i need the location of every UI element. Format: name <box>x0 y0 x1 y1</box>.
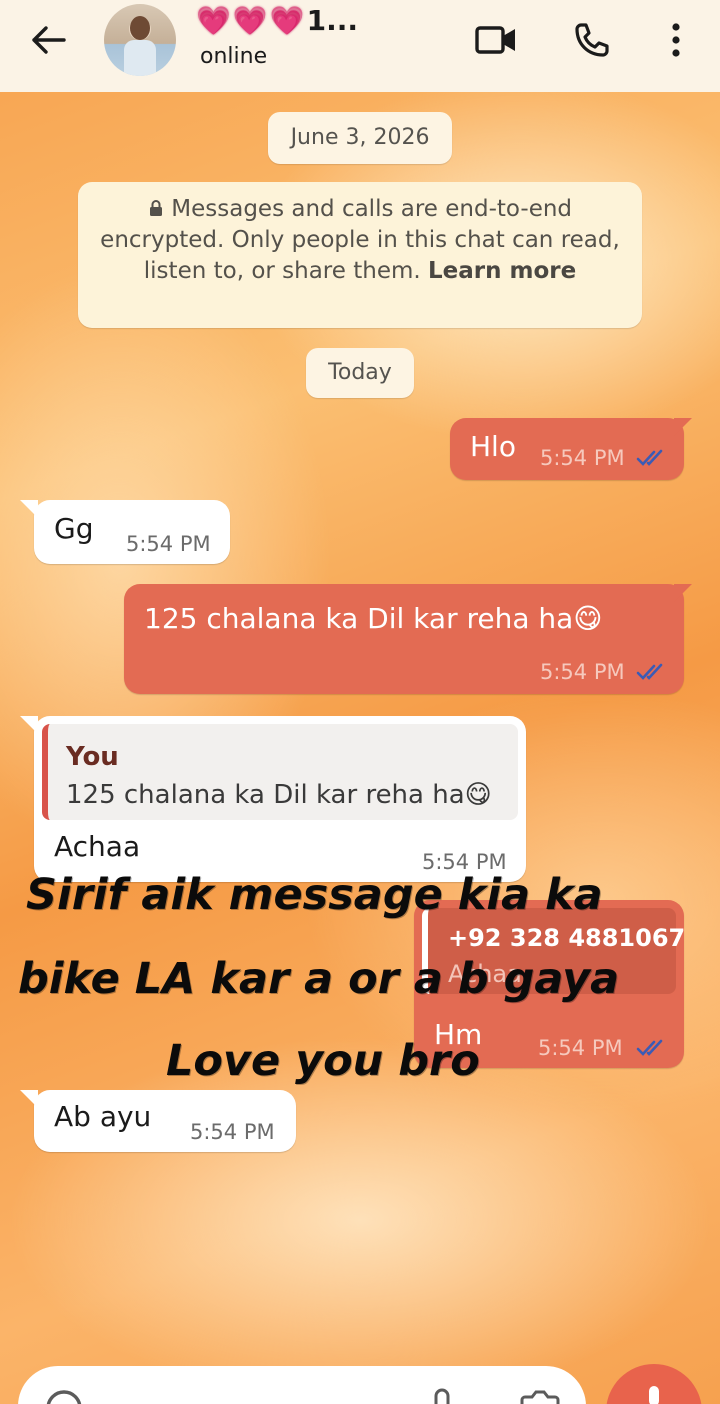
message-bubble-incoming[interactable]: Gg 5:54 PM <box>20 500 230 564</box>
message-time: 5:54 PM <box>190 1120 275 1144</box>
attach-icon[interactable] <box>428 1388 456 1404</box>
encryption-notice[interactable]: Messages and calls are end-to-end encryp… <box>78 182 642 328</box>
message-time: 5:54 PM <box>126 532 211 556</box>
chat-header: 💗💗💗1... online <box>0 0 720 92</box>
camera-icon[interactable] <box>518 1388 562 1404</box>
overlay-caption-line-1: Sirif aik message kia ka <box>26 870 603 920</box>
learn-more-link[interactable]: Learn more <box>428 258 576 284</box>
message-bubble-incoming-reply[interactable]: You 125 chalana ka Dil kar reha ha😋 Acha… <box>20 716 526 882</box>
quote-author: You <box>66 742 119 772</box>
message-time: 5:54 PM <box>540 660 625 684</box>
quote-author: +92 328 4881067 <box>448 924 686 952</box>
emoji-icon[interactable] <box>44 1390 84 1404</box>
message-input-bar[interactable] <box>18 1366 586 1404</box>
message-bubble-outgoing[interactable]: 125 chalana ka Dil kar reha ha😋 5:54 PM <box>124 584 692 694</box>
quote-text: 125 chalana ka Dil kar reha ha😋 <box>66 780 492 810</box>
contact-name-suffix: 1... <box>306 4 358 37</box>
message-text: Achaa <box>54 830 141 863</box>
contact-name[interactable]: 💗💗💗1... <box>196 4 446 44</box>
more-options-icon[interactable] <box>652 16 700 64</box>
voice-call-icon[interactable] <box>568 16 616 64</box>
today-pill: Today <box>306 348 414 398</box>
contact-status: online <box>200 44 268 69</box>
message-bubble-outgoing[interactable]: Hlo 5:54 PM <box>450 418 692 480</box>
message-text: Hlo <box>470 430 516 463</box>
message-text: Ab ayu <box>54 1100 152 1133</box>
video-call-icon[interactable] <box>472 16 520 64</box>
overlay-caption-line-2: bike LA kar a or a b gaya <box>18 954 620 1004</box>
lock-icon <box>148 196 164 222</box>
quoted-message[interactable]: You 125 chalana ka Dil kar reha ha😋 <box>42 724 518 820</box>
overlay-caption-line-3: Love you bro <box>166 1036 480 1086</box>
message-bubble-incoming[interactable]: Ab ayu 5:54 PM <box>20 1090 296 1152</box>
message-time: 5:54 PM <box>538 1036 623 1060</box>
read-ticks-icon <box>636 449 663 466</box>
back-arrow-icon[interactable] <box>26 20 70 60</box>
contact-name-hearts: 💗💗💗 <box>196 4 307 37</box>
message-time: 5:54 PM <box>540 446 625 470</box>
message-text: 125 chalana ka Dil kar reha ha😋 <box>144 602 603 635</box>
mic-button[interactable] <box>606 1364 702 1404</box>
read-ticks-icon <box>636 663 663 680</box>
message-text: Gg <box>54 512 94 545</box>
date-pill: June 3, 2026 <box>268 112 452 164</box>
contact-avatar[interactable] <box>104 4 176 76</box>
read-ticks-icon <box>636 1039 663 1056</box>
mic-icon <box>649 1386 659 1404</box>
